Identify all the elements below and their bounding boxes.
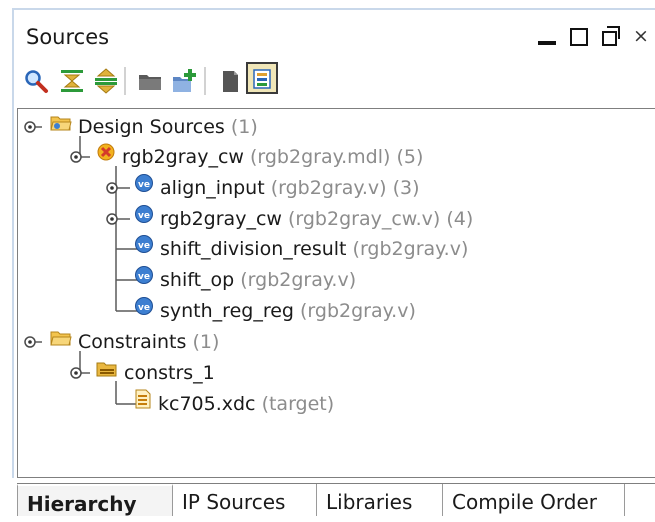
tree-node-constrs-1[interactable]: constrs_1 xyxy=(96,358,215,388)
tree-node-rgb2gray-cw-top[interactable]: rgb2gray_cw (rgb2gray.mdl) (5) xyxy=(96,142,423,172)
verilog-file-icon: ve xyxy=(134,172,154,202)
constraint-set-icon xyxy=(96,357,118,387)
tree-node-synth-reg-reg[interactable]: ve synth_reg_reg (rgb2gray.v) xyxy=(134,296,416,326)
tree-node-detail: (rgb2gray.mdl) (5) xyxy=(249,146,424,168)
verilog-file-icon: ve xyxy=(134,203,154,233)
sources-tree: Design Sources (1) rgb2gray_cw (rgb2gray… xyxy=(17,108,655,478)
tree-node-design-sources[interactable]: Design Sources (1) xyxy=(50,112,258,142)
tree-node-constraints[interactable]: Constraints (1) xyxy=(50,327,219,357)
toolbar-separator xyxy=(204,67,206,95)
document-icon[interactable] xyxy=(214,63,244,97)
sysgen-module-icon xyxy=(96,141,116,171)
tab-libraries[interactable]: Libraries xyxy=(317,484,443,516)
tree-node-kc705-xdc[interactable]: kc705.xdc (target) xyxy=(134,389,334,419)
tree-node-shift-division-result[interactable]: ve shift_division_result (rgb2gray.v) xyxy=(134,234,468,264)
svg-text:ve: ve xyxy=(138,180,150,190)
tree-node-detail: (rgb2gray.v) xyxy=(300,300,416,322)
expand-all-icon[interactable] xyxy=(90,63,120,97)
tree-node-label: shift_op xyxy=(160,269,235,291)
tree-node-label: kc705.xdc xyxy=(158,393,256,415)
tree-node-count: (1) xyxy=(192,331,220,353)
tree-node-label: rgb2gray_cw xyxy=(160,208,282,230)
sources-tabs: Hierarchy IP Sources Libraries Compile O… xyxy=(17,483,655,516)
toolbar-separator xyxy=(124,67,126,95)
tree-node-detail: (target) xyxy=(261,393,335,415)
tree-node-align-input[interactable]: ve align_input (rgb2gray.v) (3) xyxy=(134,173,420,203)
tab-ip-sources[interactable]: IP Sources xyxy=(173,484,317,516)
tree-node-label: constrs_1 xyxy=(124,362,215,384)
close-icon[interactable]: × xyxy=(627,22,655,52)
tree-node-label: align_input xyxy=(160,177,265,199)
svg-text:ve: ve xyxy=(138,303,150,313)
tree-node-count: (1) xyxy=(230,116,258,138)
svg-text:ve: ve xyxy=(138,241,150,251)
add-sources-icon[interactable] xyxy=(168,63,198,97)
panel-top-border xyxy=(12,8,655,10)
folder-icon xyxy=(50,326,72,356)
search-icon[interactable] xyxy=(20,63,50,97)
tree-node-detail: (rgb2gray.v) xyxy=(352,238,469,260)
xdc-file-icon xyxy=(134,388,152,418)
panel-title: Sources xyxy=(26,25,110,49)
show-hierarchy-icon[interactable] xyxy=(246,62,278,94)
tab-compile-order[interactable]: Compile Order xyxy=(443,484,625,516)
open-folder-icon[interactable] xyxy=(134,63,164,97)
tree-node-detail: (rgb2gray.v) (3) xyxy=(270,177,420,199)
folder-icon xyxy=(50,111,72,141)
tree-node-detail: (rgb2gray.v) xyxy=(240,269,357,291)
svg-text:ve: ve xyxy=(138,272,150,282)
tree-node-label: shift_division_result xyxy=(160,238,347,260)
tree-node-label: Design Sources xyxy=(78,116,225,138)
panel-left-border xyxy=(12,8,14,478)
minimize-icon[interactable] xyxy=(533,22,561,52)
tree-node-rgb2gray-cw-child[interactable]: ve rgb2gray_cw (rgb2gray_cw.v) (4) xyxy=(134,204,473,234)
tree-node-label: Constraints xyxy=(78,331,187,353)
tree-node-label: synth_reg_reg xyxy=(160,300,294,322)
maximize-icon[interactable] xyxy=(565,22,593,52)
verilog-file-icon: ve xyxy=(134,295,154,325)
tree-node-shift-op[interactable]: ve shift_op (rgb2gray.v) xyxy=(134,265,356,295)
tree-node-label: rgb2gray_cw xyxy=(122,146,244,168)
verilog-file-icon: ve xyxy=(134,264,154,294)
svg-text:ve: ve xyxy=(138,211,150,221)
restore-icon[interactable] xyxy=(597,22,625,52)
tab-hierarchy[interactable]: Hierarchy xyxy=(17,484,173,516)
collapse-all-icon[interactable] xyxy=(56,63,86,97)
tree-node-detail: (rgb2gray_cw.v) (4) xyxy=(287,208,474,230)
sources-panel: Sources × Design Sources (1) rgb2gray_cw… xyxy=(0,0,655,516)
verilog-file-icon: ve xyxy=(134,233,154,263)
